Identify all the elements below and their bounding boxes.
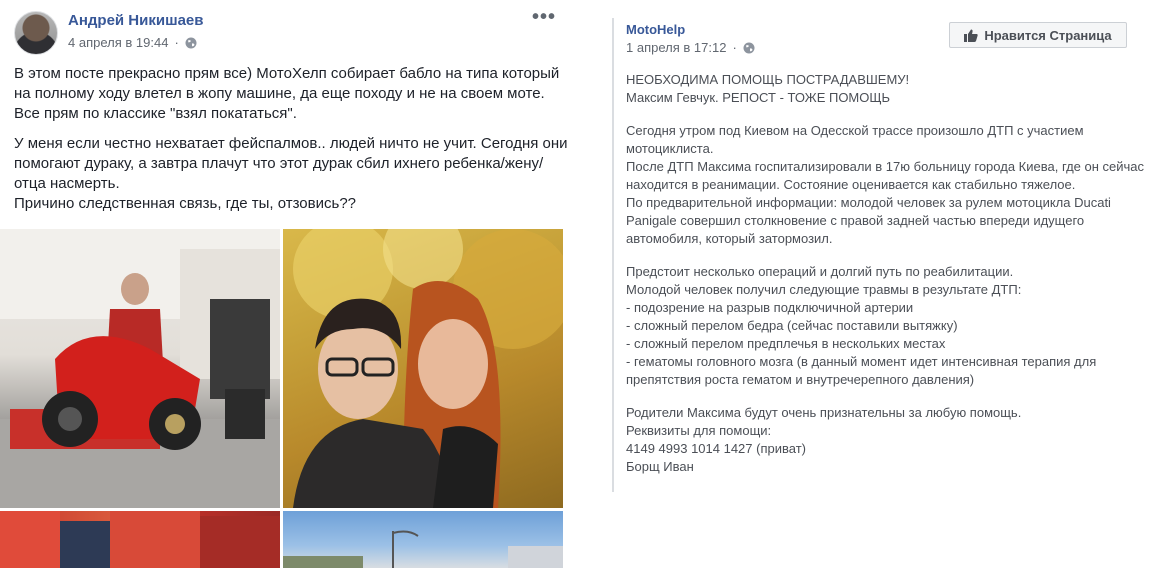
shared-paragraph: Родители Максима будут очень признательн… bbox=[626, 405, 1022, 474]
photo-street[interactable] bbox=[283, 511, 563, 568]
shared-paragraph: Предстоит несколько операций и долгий пу… bbox=[626, 264, 1097, 387]
post-paragraph: В этом посте прекрасно прям все) МотоХел… bbox=[14, 65, 560, 122]
shared-timestamp[interactable]: 1 апреля в 17:12 bbox=[626, 40, 726, 55]
post-paragraph: У меня если честно нехватает фейспалмов.… bbox=[14, 135, 568, 212]
quote-divider bbox=[612, 18, 614, 492]
post-text: В этом посте прекрасно прям все) МотоХел… bbox=[14, 64, 570, 224]
photo-motorcycle[interactable] bbox=[0, 229, 280, 508]
post-meta: 4 апреля в 19:44 · bbox=[68, 35, 197, 50]
author-name[interactable]: Андрей Никишаев bbox=[68, 12, 204, 29]
shared-paragraph: Сегодня утром под Киевом на Одесской тра… bbox=[626, 123, 1145, 246]
globe-icon bbox=[185, 37, 197, 48]
globe-icon bbox=[743, 42, 755, 53]
like-page-button[interactable]: Нравится Страница bbox=[949, 22, 1127, 48]
photo-people[interactable] bbox=[0, 511, 280, 568]
thumbs-up-icon bbox=[964, 29, 978, 42]
post: Андрей Никишаев 4 апреля в 19:44 · ••• В… bbox=[0, 0, 580, 568]
like-page-label: Нравится Страница bbox=[984, 27, 1112, 43]
shared-paragraph: НЕОБХОДИМА ПОМОЩЬ ПОСТРАДАВШЕМУ! Максим … bbox=[626, 72, 910, 105]
shared-meta: 1 апреля в 17:12 · bbox=[626, 40, 755, 55]
more-options-button[interactable]: ••• bbox=[532, 6, 556, 29]
shared-text: НЕОБХОДИМА ПОМОЩЬ ПОСТРАДАВШЕМУ! Максим … bbox=[626, 71, 1146, 491]
author-avatar[interactable] bbox=[14, 11, 58, 55]
shared-page-name[interactable]: MotoHelp bbox=[626, 22, 685, 37]
photo-couple[interactable] bbox=[283, 229, 563, 508]
post-timestamp[interactable]: 4 апреля в 19:44 bbox=[68, 35, 168, 50]
